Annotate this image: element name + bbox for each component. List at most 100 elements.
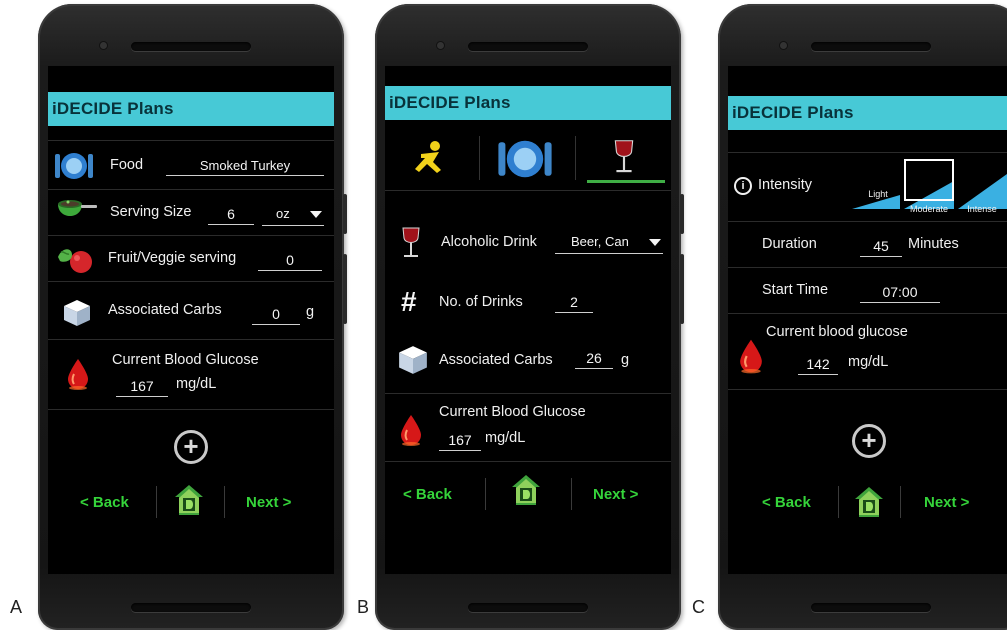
start-time-input[interactable]: 07:00 bbox=[860, 284, 940, 303]
food-plan-screen: iDECIDE Plans Food Smoked Turkey Serving… bbox=[48, 66, 334, 574]
home-icon[interactable] bbox=[511, 474, 541, 506]
next-button[interactable]: Next > bbox=[246, 494, 291, 511]
tab-meal[interactable] bbox=[481, 136, 573, 188]
intensity-label: Intensity bbox=[758, 177, 812, 193]
drink-type-select[interactable]: Beer, Can bbox=[555, 234, 663, 254]
nav-divider bbox=[224, 486, 225, 518]
bottom-speaker bbox=[811, 603, 931, 612]
app-title: iDECIDE Plans bbox=[48, 92, 334, 126]
panel-label-a: A bbox=[10, 597, 23, 617]
drink-type-value: Beer, Can bbox=[571, 234, 629, 249]
blood-drop-icon bbox=[399, 414, 423, 446]
glucose-row: Current Blood Glucose 167 mg/dL bbox=[385, 394, 671, 462]
hash-icon: # bbox=[401, 286, 417, 317]
back-button[interactable]: < Back bbox=[403, 486, 452, 503]
exercise-icon bbox=[411, 140, 451, 176]
bottom-speaker bbox=[468, 603, 588, 612]
camera-dot bbox=[780, 42, 787, 49]
carbs-value[interactable]: 26 bbox=[575, 350, 613, 369]
nav-divider bbox=[900, 486, 901, 518]
duration-unit: Minutes bbox=[908, 236, 959, 252]
sugar-cube-icon bbox=[397, 344, 429, 376]
panel-label-b: B bbox=[357, 597, 370, 617]
top-speaker bbox=[131, 42, 251, 51]
top-speaker bbox=[811, 42, 931, 51]
info-icon[interactable]: i bbox=[734, 177, 752, 195]
camera-dot bbox=[100, 42, 107, 49]
food-label: Food bbox=[110, 157, 144, 173]
duration-label: Duration bbox=[762, 236, 817, 252]
carbs-row: Associated Carbs 0 g bbox=[48, 282, 334, 340]
home-icon[interactable] bbox=[854, 486, 884, 518]
active-tab-indicator bbox=[587, 180, 665, 183]
glucose-unit: mg/dL bbox=[176, 376, 217, 392]
fruit-row: Fruit/Veggie serving 0 bbox=[48, 236, 334, 282]
glucose-row: Current blood glucose 142 mg/dL bbox=[728, 314, 1007, 390]
bottom-speaker bbox=[131, 603, 251, 612]
back-button[interactable]: < Back bbox=[80, 494, 129, 511]
nav-divider bbox=[485, 478, 486, 510]
carbs-unit: g bbox=[306, 304, 315, 320]
phone-frame-b: iDECIDE Plans Alcoholic Drink Beer, Can … bbox=[375, 4, 684, 630]
nav-divider bbox=[571, 478, 572, 510]
intensity-option-intense[interactable]: Intense bbox=[960, 204, 1004, 214]
side-button bbox=[343, 194, 347, 234]
carbs-input[interactable]: 0 bbox=[252, 306, 300, 325]
top-speaker bbox=[468, 42, 588, 51]
divider bbox=[385, 190, 671, 191]
start-time-label: Start Time bbox=[762, 282, 829, 298]
meal-icon bbox=[54, 151, 94, 181]
nav-divider bbox=[838, 486, 839, 518]
intensity-selection-box[interactable] bbox=[904, 159, 954, 201]
glucose-input[interactable]: 167 bbox=[439, 432, 481, 451]
chevron-down-icon bbox=[649, 239, 661, 246]
duration-input[interactable]: 45 bbox=[860, 238, 902, 257]
carbs-label: Associated Carbs bbox=[108, 302, 222, 318]
sugar-cube-icon bbox=[62, 298, 92, 328]
blood-drop-icon bbox=[738, 338, 764, 374]
carbs-row: Associated Carbs 26 g bbox=[385, 332, 671, 394]
home-icon[interactable] bbox=[174, 484, 204, 516]
fruit-veggie-input[interactable]: 0 bbox=[258, 252, 322, 271]
food-input[interactable]: Smoked Turkey bbox=[166, 158, 324, 176]
food-row: Food Smoked Turkey bbox=[48, 140, 334, 190]
camera-dot bbox=[437, 42, 444, 49]
serving-size-label: Serving Size bbox=[110, 204, 192, 220]
drink-count-label: No. of Drinks bbox=[439, 294, 523, 310]
phone-frame-a: iDECIDE Plans Food Smoked Turkey Serving… bbox=[38, 4, 347, 630]
meal-icon bbox=[495, 138, 555, 180]
chevron-down-icon bbox=[310, 211, 322, 218]
app-title: iDECIDE Plans bbox=[385, 86, 671, 120]
glucose-label: Current Blood Glucose bbox=[112, 352, 259, 368]
glucose-input[interactable]: 167 bbox=[116, 378, 168, 397]
tab-divider bbox=[575, 136, 576, 180]
serving-row: Serving Size 6 oz bbox=[48, 190, 334, 236]
exercise-plan-screen: iDECIDE Plans i Intensity Light Moderate… bbox=[728, 66, 1007, 574]
phone-frame-c: iDECIDE Plans i Intensity Light Moderate… bbox=[718, 4, 1007, 630]
intensity-option-moderate[interactable]: Moderate bbox=[900, 204, 958, 214]
serving-unit-select[interactable]: oz bbox=[262, 206, 324, 226]
serving-unit-value: oz bbox=[276, 206, 290, 221]
start-time-row: Start Time 07:00 bbox=[728, 268, 1007, 314]
app-title: iDECIDE Plans bbox=[728, 96, 1007, 130]
duration-row: Duration 45 Minutes bbox=[728, 222, 1007, 268]
tab-exercise[interactable] bbox=[385, 136, 477, 188]
wine-glass-icon bbox=[611, 138, 637, 176]
add-item-button[interactable]: + bbox=[852, 424, 886, 458]
glucose-unit: mg/dL bbox=[485, 430, 526, 446]
alcoholic-drink-label: Alcoholic Drink bbox=[441, 234, 537, 250]
drink-count-input[interactable]: 2 bbox=[555, 294, 593, 313]
next-button[interactable]: Next > bbox=[593, 486, 638, 503]
side-button bbox=[343, 254, 347, 324]
next-button[interactable]: Next > bbox=[924, 494, 969, 511]
serving-size-input[interactable]: 6 bbox=[208, 206, 254, 225]
cooking-pot-icon bbox=[54, 198, 98, 228]
back-button[interactable]: < Back bbox=[762, 494, 811, 511]
blood-drop-icon bbox=[66, 358, 90, 390]
fruit-veggie-label: Fruit/Veggie serving bbox=[108, 250, 237, 266]
glucose-label: Current Blood Glucose bbox=[439, 404, 586, 420]
glucose-input[interactable]: 142 bbox=[798, 356, 838, 375]
panel-label-c: C bbox=[692, 597, 705, 617]
intensity-option-light[interactable]: Light bbox=[856, 189, 900, 199]
add-item-button[interactable]: + bbox=[174, 430, 208, 464]
